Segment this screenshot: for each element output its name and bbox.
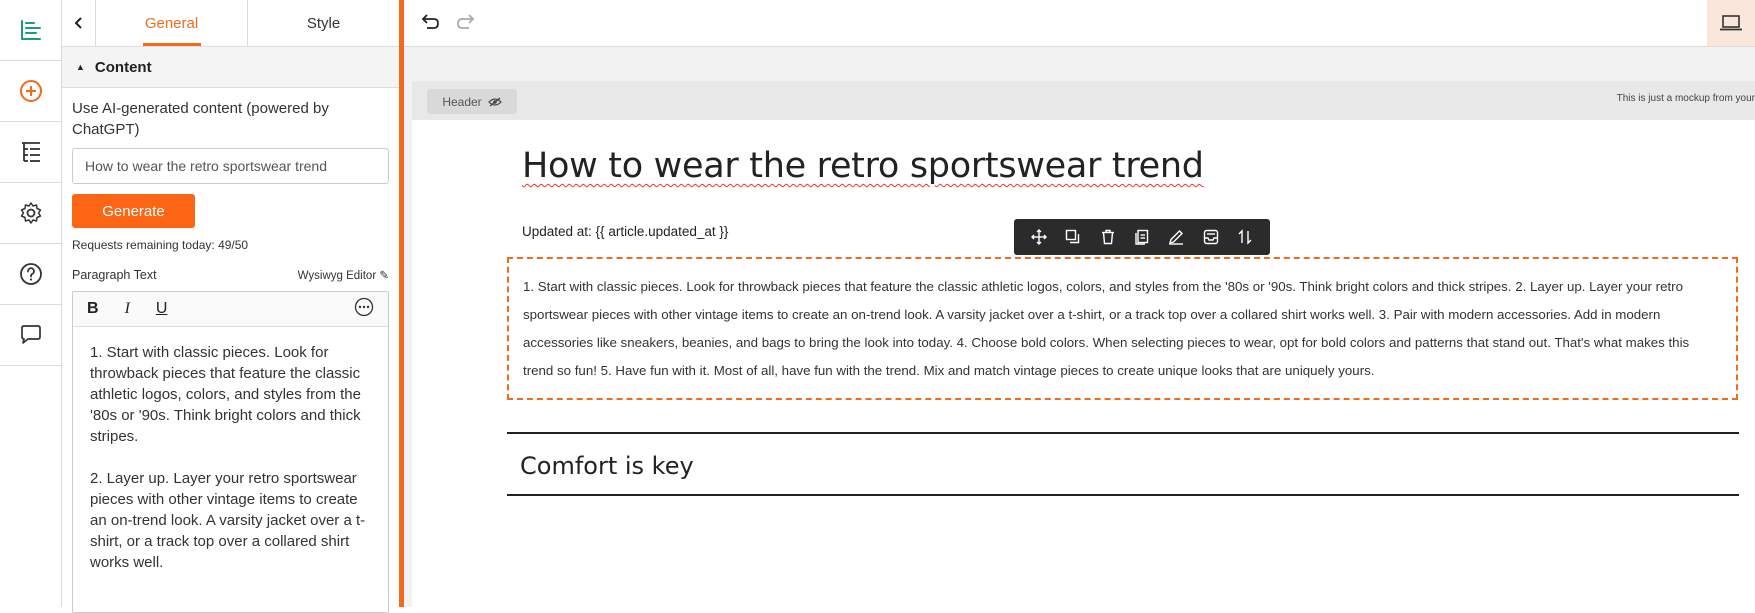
editor-mode-label: Wysiwyg Editor bbox=[297, 270, 377, 282]
more-options-button[interactable] bbox=[354, 297, 374, 322]
layout-button[interactable] bbox=[0, 0, 61, 61]
structure-button[interactable] bbox=[0, 122, 61, 183]
help-button[interactable] bbox=[0, 244, 61, 305]
trash-icon bbox=[1101, 229, 1114, 245]
structure-tree-icon bbox=[21, 142, 40, 162]
caret-up-icon: ▲ bbox=[76, 62, 85, 72]
generate-button[interactable]: Generate bbox=[72, 194, 195, 228]
paragraph-text-label: Paragraph Text bbox=[72, 268, 157, 282]
article-title[interactable]: How to wear the retro sportswear trend bbox=[522, 146, 1204, 186]
subheading[interactable]: Comfort is key bbox=[520, 452, 694, 480]
chevron-left-icon bbox=[74, 17, 82, 29]
left-rail bbox=[0, 0, 62, 607]
edit-icon bbox=[1169, 230, 1184, 245]
comments-button[interactable] bbox=[0, 305, 61, 366]
back-button[interactable] bbox=[62, 0, 96, 46]
desktop-view-button[interactable] bbox=[1707, 0, 1755, 46]
editor-paragraph: 2. Layer up. Layer your retro sportswear… bbox=[90, 470, 366, 571]
edit-button[interactable] bbox=[1168, 229, 1184, 245]
delete-button[interactable] bbox=[1100, 229, 1116, 245]
mockup-note: This is just a mockup from your bbox=[1616, 93, 1755, 104]
duplicate-icon bbox=[1066, 229, 1080, 244]
section-title: Content bbox=[94, 58, 152, 76]
swap-button[interactable] bbox=[1237, 229, 1253, 245]
requests-remaining: Requests remaining today: 49/50 bbox=[72, 238, 249, 252]
divider bbox=[507, 432, 1739, 434]
editor-content[interactable]: 1. Start with classic pieces. Look for t… bbox=[73, 327, 388, 609]
settings-button[interactable] bbox=[0, 183, 61, 244]
header-chip[interactable]: Header bbox=[427, 89, 517, 114]
block-toolbar bbox=[1014, 219, 1270, 255]
page-preview: Header This is just a mockup from your H… bbox=[412, 81, 1755, 607]
add-circle-icon bbox=[19, 80, 42, 102]
save-block-button[interactable] bbox=[1203, 229, 1219, 245]
ai-prompt-input[interactable]: How to wear the retro sportswear trend bbox=[72, 148, 389, 184]
pencil-icon: ✎ bbox=[379, 270, 389, 282]
more-options-icon bbox=[354, 297, 374, 316]
undo-icon bbox=[421, 14, 439, 29]
header-chip-label: Header bbox=[442, 94, 482, 109]
save-block-icon bbox=[1203, 229, 1218, 245]
tab-style[interactable]: Style bbox=[247, 0, 399, 46]
copy-button[interactable] bbox=[1134, 229, 1150, 245]
laptop-icon bbox=[1720, 15, 1742, 31]
editor-toolbar: B I U bbox=[73, 292, 388, 327]
eye-off-icon bbox=[487, 96, 502, 107]
gear-icon bbox=[20, 202, 41, 224]
paragraph-block[interactable]: 1. Start with classic pieces. Look for t… bbox=[507, 257, 1738, 400]
duplicate-button[interactable] bbox=[1065, 229, 1081, 245]
wysiwyg-editor-toggle[interactable]: Wysiwyg Editor ✎ bbox=[298, 268, 389, 282]
ai-content-label: Use AI-generated content (powered by Cha… bbox=[72, 100, 329, 138]
updated-at-text[interactable]: Updated at: {{ article.updated_at }} bbox=[522, 224, 728, 239]
move-button[interactable] bbox=[1031, 229, 1048, 245]
content-section-toggle[interactable]: ▲ Content bbox=[62, 47, 399, 88]
redo-icon bbox=[457, 14, 475, 29]
chat-icon bbox=[20, 325, 41, 344]
help-icon bbox=[19, 263, 42, 285]
wysiwyg-editor: B I U 1. Start with classic pieces. Look… bbox=[72, 291, 389, 613]
bold-button[interactable]: B bbox=[87, 300, 99, 318]
editor-paragraph: 1. Start with classic pieces. Look for t… bbox=[90, 344, 361, 445]
layout-icon bbox=[20, 20, 41, 40]
swap-icon bbox=[1238, 229, 1252, 245]
settings-panel: General Style ▲ Content Use AI-generated… bbox=[62, 0, 400, 613]
copy-icon bbox=[1135, 229, 1149, 245]
redo-button[interactable] bbox=[456, 11, 478, 38]
add-element-button[interactable] bbox=[0, 61, 61, 122]
italic-button[interactable]: I bbox=[125, 300, 130, 318]
tab-general[interactable]: General bbox=[96, 0, 247, 46]
underline-button[interactable]: U bbox=[156, 300, 168, 318]
undo-button[interactable] bbox=[418, 11, 440, 38]
move-icon bbox=[1031, 229, 1048, 245]
panel-tabs: General Style bbox=[62, 0, 399, 47]
divider bbox=[507, 494, 1739, 496]
header-region: Header This is just a mockup from your bbox=[412, 81, 1755, 120]
canvas-topbar bbox=[404, 0, 1755, 47]
